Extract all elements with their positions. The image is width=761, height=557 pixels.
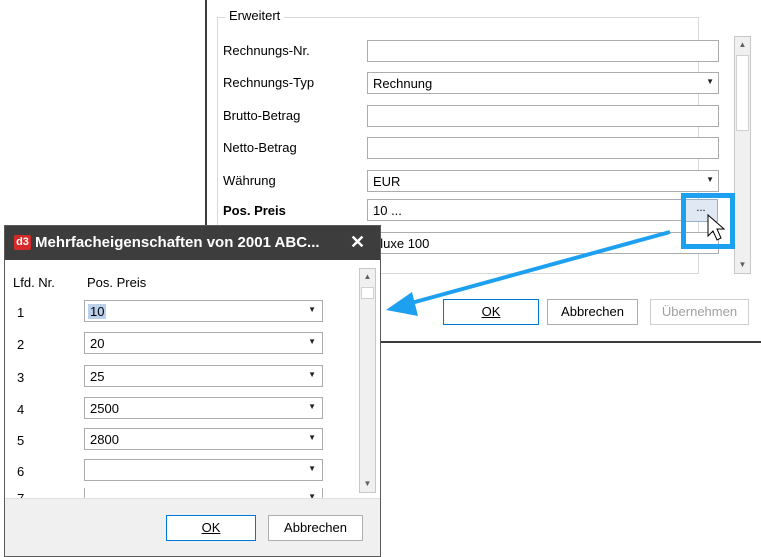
price-value-1: 10 xyxy=(88,304,107,319)
callout-arrow-icon xyxy=(386,230,671,316)
row-number: 5 xyxy=(17,433,25,448)
mouse-pointer-icon xyxy=(707,213,726,241)
multi-value-popup: d3 Mehrfacheigenschaften von 2001 ABC...… xyxy=(4,225,381,557)
chevron-down-icon: ▼ xyxy=(308,337,316,346)
popup-cancel-label: Abbrechen xyxy=(284,520,347,535)
app-logo: d3 xyxy=(14,235,31,250)
price-select-5[interactable]: 2800 ▼ xyxy=(84,428,323,450)
price-value-5: 2800 xyxy=(90,432,119,447)
close-icon[interactable]: ✕ xyxy=(350,232,365,253)
popup-ok-button[interactable]: OK xyxy=(166,515,256,541)
price-select-2[interactable]: 20 ▼ xyxy=(84,332,323,354)
chevron-down-icon: ▼ xyxy=(308,433,316,442)
row-number: 7 xyxy=(17,491,24,498)
popup-titlebar[interactable]: d3 Mehrfacheigenschaften von 2001 ABC...… xyxy=(5,226,380,260)
price-select-4[interactable]: 2500 ▼ xyxy=(84,397,323,419)
column-header-number: Lfd. Nr. xyxy=(13,275,55,290)
price-select-6[interactable]: ▼ xyxy=(84,459,323,481)
price-value-4: 2500 xyxy=(90,401,119,416)
price-select-1[interactable]: 10 ▼ xyxy=(84,300,323,322)
column-header-position-price: Pos. Preis xyxy=(87,275,147,290)
price-value-2: 20 xyxy=(90,336,105,351)
scrollbar-thumb[interactable] xyxy=(361,287,374,299)
chevron-down-icon: ▼ xyxy=(308,402,316,411)
popup-ok-label: OK xyxy=(201,520,221,535)
price-select-7[interactable]: ▼ xyxy=(84,488,323,498)
clipped-row-area: 7 ▼ xyxy=(5,488,359,498)
scroll-down-arrow-icon[interactable]: ▼ xyxy=(360,476,375,492)
price-value-3: 25 xyxy=(90,369,105,384)
chevron-down-icon: ▼ xyxy=(308,370,316,379)
chevron-down-icon: ▼ xyxy=(308,464,316,473)
chevron-down-icon: ▼ xyxy=(308,305,316,314)
row-number: 6 xyxy=(17,464,25,479)
row-number: 3 xyxy=(17,370,25,385)
row-number: 1 xyxy=(17,305,25,320)
footer-divider xyxy=(5,498,380,499)
popup-cancel-button[interactable]: Abbrechen xyxy=(268,515,363,541)
popup-scrollbar[interactable]: ▲ ▼ xyxy=(359,268,376,493)
row-number: 4 xyxy=(17,402,25,417)
scroll-up-arrow-icon[interactable]: ▲ xyxy=(360,269,375,285)
popup-title: Mehrfacheigenschaften von 2001 ABC... xyxy=(35,234,320,251)
price-select-3[interactable]: 25 ▼ xyxy=(84,365,323,387)
row-number: 2 xyxy=(17,337,25,352)
